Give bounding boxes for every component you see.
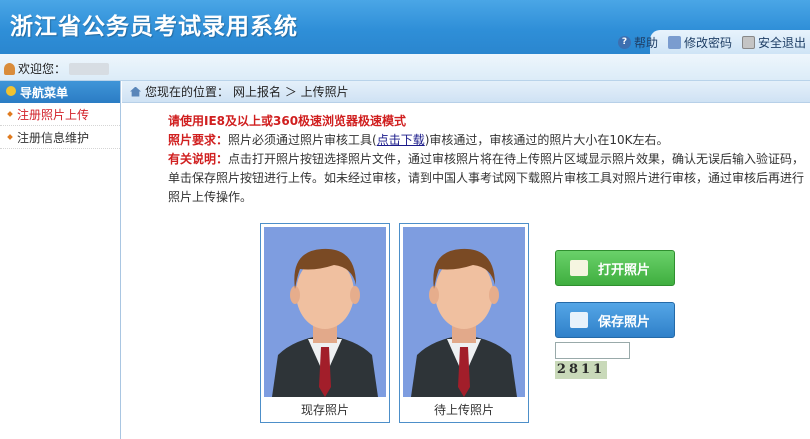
- open-photo-label: 打开照片: [598, 262, 651, 278]
- sidebar-header: 导航菜单: [0, 81, 120, 103]
- download-tool-link[interactable]: 点击下载: [377, 133, 425, 147]
- instructions: 请使用IE8及以上或360极速浏览器极速模式 照片要求：照片必须通过照片审核工具…: [168, 112, 808, 207]
- password-icon: [667, 35, 681, 49]
- current-photo-placeholder: [264, 227, 386, 397]
- username-redacted: [69, 62, 110, 75]
- requirements-text-end: )审核通过，审核通过的照片大小在10K左右。: [424, 133, 669, 147]
- requirements-text: 照片必须通过照片审核工具(: [228, 133, 377, 147]
- top-toolbar: ? 帮助 修改密码 安全退出: [617, 30, 810, 54]
- avatar-placeholder-icon: [403, 227, 525, 397]
- open-photo-button[interactable]: 打开照片: [555, 250, 675, 286]
- pending-photo-caption: 待上传照片: [433, 403, 494, 417]
- welcome-text: 欢迎您：: [4, 60, 110, 77]
- pending-photo-box: 待上传照片: [399, 223, 529, 423]
- sidebar-item-label: 注册照片上传: [17, 107, 90, 122]
- welcome-label: 欢迎您：: [18, 62, 67, 76]
- change-password-label: 修改密码: [683, 35, 732, 50]
- app-header: 浙江省公务员考试录用系统 ? 帮助 修改密码 安全退出: [0, 0, 810, 54]
- instructions-label: 有关说明：: [168, 152, 229, 166]
- instructions-detail: 有关说明：点击打开照片按钮选择照片文件，通过审核照片将在待上传照片区域显示照片效…: [168, 150, 808, 207]
- save-photo-label: 保存照片: [598, 314, 651, 330]
- photo-requirements: 照片要求：照片必须通过照片审核工具(点击下载)审核通过，审核通过的照片大小在10…: [168, 131, 808, 150]
- instructions-text: 点击打开照片按钮选择照片文件，通过审核照片将在待上传照片区域显示照片效果，确认无…: [168, 152, 805, 204]
- pending-photo-placeholder: [403, 227, 525, 397]
- app-title: 浙江省公务员考试录用系统: [10, 14, 298, 40]
- sidebar-item-info-maintenance[interactable]: 注册信息维护: [0, 126, 120, 149]
- avatar-placeholder-icon: [264, 227, 386, 397]
- bullet-icon: [7, 111, 13, 117]
- save-icon: [570, 312, 588, 328]
- help-link[interactable]: ? 帮助: [617, 34, 658, 51]
- exit-icon: [741, 35, 755, 49]
- sidebar-title: 导航菜单: [20, 85, 69, 100]
- help-label: 帮助: [633, 35, 658, 50]
- captcha-input[interactable]: [555, 342, 630, 359]
- browser-warning: 请使用IE8及以上或360极速浏览器极速模式: [168, 114, 407, 128]
- help-icon: ?: [617, 35, 631, 49]
- sidebar: 导航菜单 注册照片上传 注册信息维护: [0, 81, 121, 439]
- requirements-label: 照片要求：: [168, 133, 229, 147]
- menu-icon: [6, 86, 16, 96]
- sidebar-item-photo-upload[interactable]: 注册照片上传: [0, 103, 120, 126]
- home-icon: [130, 86, 141, 97]
- breadcrumb: 您现在的位置： 网上报名 ＞ 上传照片: [122, 81, 810, 103]
- welcome-bar: 欢迎您：: [0, 54, 810, 81]
- current-photo-caption: 现存照片: [300, 403, 349, 417]
- logout-label: 安全退出: [757, 35, 806, 50]
- save-photo-button[interactable]: 保存照片: [555, 302, 675, 338]
- sidebar-item-label: 注册信息维护: [17, 130, 90, 145]
- bullet-icon: [7, 134, 13, 140]
- folder-icon: [570, 260, 588, 276]
- breadcrumb-prefix: 您现在的位置：: [145, 85, 230, 99]
- current-photo-box: 现存照片: [260, 223, 390, 423]
- breadcrumb-path: 网上报名 ＞ 上传照片: [233, 85, 349, 99]
- user-icon: [4, 62, 15, 75]
- change-password-link[interactable]: 修改密码: [667, 34, 732, 51]
- logout-link[interactable]: 安全退出: [741, 34, 806, 51]
- captcha-image[interactable]: 2811: [555, 361, 607, 379]
